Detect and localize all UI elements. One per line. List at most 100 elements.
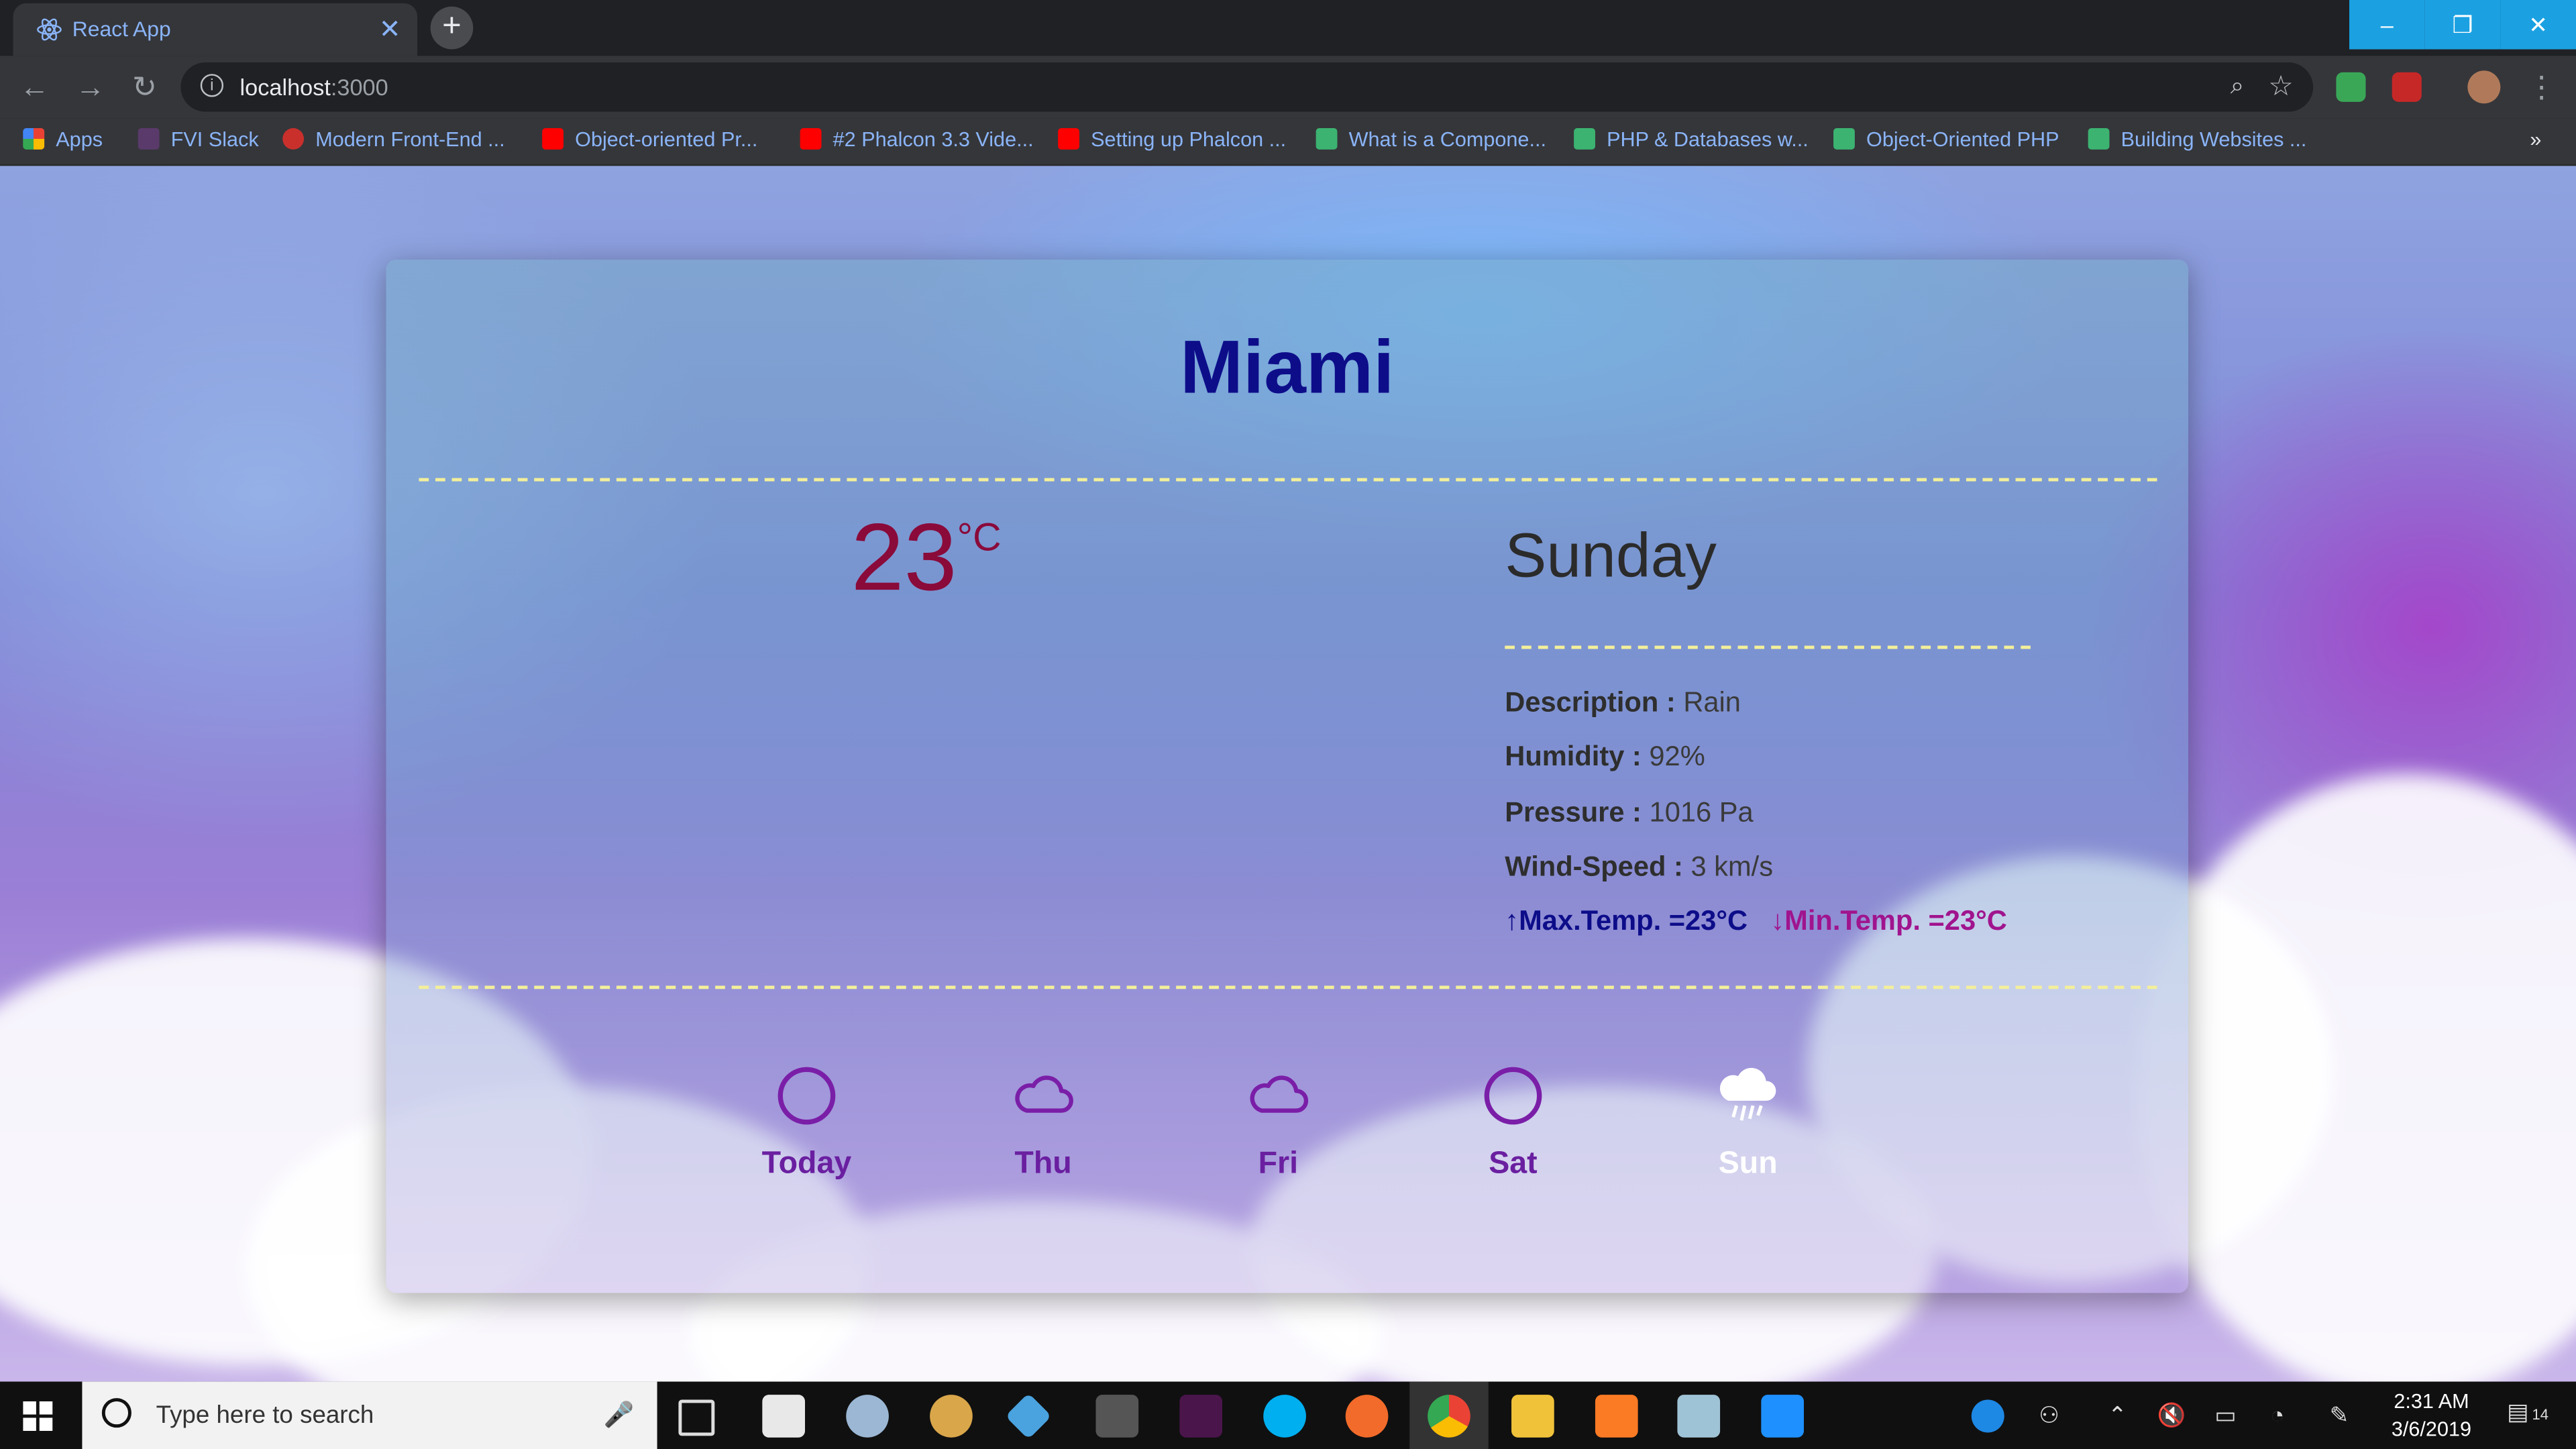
app-icon[interactable] [1005, 1393, 1052, 1440]
slack-icon[interactable] [1179, 1395, 1223, 1438]
youtube-icon [1058, 128, 1079, 150]
divider [419, 985, 2157, 989]
back-icon[interactable]: ← [16, 69, 52, 105]
microphone-icon[interactable]: 🎤 [604, 1400, 635, 1430]
restore-button[interactable]: ❐ [2424, 0, 2501, 50]
tab-bar: React App ✕ + – ❐ ✕ [0, 0, 2576, 56]
bookmark-modern-front-end[interactable]: Modern Front-End ... [282, 128, 505, 151]
description-row: Description : Rain [1505, 686, 1741, 718]
tab-title: React App [72, 16, 171, 42]
bookmark-setting-up-phalcon[interactable]: Setting up Phalcon ... [1058, 128, 1286, 151]
wifi-icon[interactable]: ◔ [2270, 1401, 2284, 1428]
pen-icon[interactable]: ✎ [2330, 1401, 2349, 1430]
file-explorer-icon[interactable] [1511, 1395, 1554, 1438]
date: 3/6/2019 [2391, 1417, 2472, 1441]
divider [1505, 645, 2031, 649]
site-icon [2088, 128, 2110, 150]
bookmark-star-icon[interactable]: ☆ [2268, 70, 2293, 103]
max-temperature: ↑Max.Temp. =23°C [1505, 905, 1748, 936]
rain-cloud-icon [1719, 1067, 1776, 1121]
vscode-icon[interactable] [1761, 1395, 1804, 1438]
apps-grid-icon [23, 128, 45, 150]
cortana-icon [101, 1398, 131, 1428]
tab-react-app[interactable]: React App ✕ [13, 3, 418, 56]
forecast-label: Sat [1489, 1146, 1538, 1181]
notifications-icon[interactable]: ▤ 14 [2507, 1398, 2548, 1426]
wind-speed-row: Wind-Speed : 3 km/s [1505, 851, 1774, 883]
app-icon[interactable] [1677, 1395, 1721, 1438]
store-icon[interactable] [762, 1395, 806, 1438]
people-icon[interactable]: ⚇ [2039, 1401, 2059, 1430]
avatar[interactable] [2467, 70, 2501, 104]
site-icon [1316, 128, 1338, 150]
menu-icon[interactable]: ⋮ [2524, 69, 2560, 105]
site-icon [282, 128, 305, 150]
chrome-icon[interactable] [1428, 1395, 1470, 1438]
browser-toolbar: ← → ↻ i localhost:3000 ⌕ ☆ ⋮ [0, 56, 2576, 119]
slack-icon [138, 128, 160, 150]
tab-close-icon[interactable]: ✕ [379, 13, 401, 46]
battery-icon[interactable]: ▭ [2214, 1401, 2236, 1430]
page-background: Miami 23°C Sunday Description : Rain Hum… [0, 166, 2576, 1382]
bookmark-object-oriented-php[interactable]: Object-Oriented PHP [1833, 128, 2059, 151]
forecast-sun[interactable]: Sun [1674, 1065, 1822, 1183]
reload-icon[interactable]: ↻ [127, 69, 163, 105]
address-bar[interactable]: i localhost:3000 ⌕ ☆ [180, 62, 2314, 112]
site-icon [1574, 128, 1595, 150]
forecast-thu[interactable]: Thu [969, 1065, 1117, 1183]
bookmark-phalcon-video[interactable]: #2 Phalcon 3.3 Vide... [800, 128, 1034, 151]
url-text[interactable]: localhost:3000 [240, 74, 388, 100]
humidity-row: Humidity : 92% [1505, 741, 1705, 773]
time: 2:31 AM [2394, 1389, 2469, 1413]
search-placeholder: Type here to search [156, 1401, 374, 1430]
clock[interactable]: 2:31 AM 3/6/2019 [2385, 1388, 2477, 1444]
react-icon [37, 18, 62, 41]
bookmark-object-oriented-pr[interactable]: Object-oriented Pr... [542, 128, 757, 151]
day-name: Sunday [1505, 522, 1717, 592]
notification-count: 14 [2532, 1406, 2548, 1423]
forecast-sat[interactable]: Sat [1439, 1065, 1587, 1183]
min-max-temperature: ↑Max.Temp. =23°C ↓Min.Temp. =23°C [1505, 905, 2007, 938]
youtube-icon [800, 128, 822, 150]
bookmark-building-websites[interactable]: Building Websites ... [2088, 128, 2306, 151]
forecast-label: Today [761, 1146, 852, 1181]
taskbar-search[interactable]: Type here to search 🎤 [82, 1381, 657, 1449]
windows-start-icon[interactable] [23, 1401, 53, 1432]
zoom-icon[interactable]: ⌕ [2231, 72, 2245, 101]
mute-icon[interactable]: 🔇 [2157, 1401, 2186, 1430]
weather-card: Miami 23°C Sunday Description : Rain Hum… [386, 259, 2189, 1293]
forecast-today[interactable]: Today [733, 1065, 880, 1183]
youtube-icon [542, 128, 564, 150]
postman-icon[interactable] [1345, 1395, 1389, 1438]
forward-icon[interactable]: → [72, 69, 109, 105]
extension-icon[interactable] [2392, 72, 2422, 102]
task-view-icon[interactable] [678, 1399, 715, 1436]
extension-icon[interactable] [2336, 72, 2366, 102]
bookmark-what-is-a-component[interactable]: What is a Compone... [1316, 128, 1546, 151]
close-window-button[interactable]: ✕ [2500, 0, 2576, 50]
forecast-label: Fri [1258, 1146, 1299, 1181]
min-temperature: ↓Min.Temp. =23°C [1770, 905, 2007, 936]
bookmarks-overflow-icon[interactable]: » [2530, 128, 2541, 151]
chevron-up-icon[interactable]: ⌃ [2108, 1401, 2127, 1430]
pressure-row: Pressure : 1016 Pa [1505, 796, 1754, 828]
minimize-button[interactable]: – [2349, 0, 2425, 50]
new-tab-button[interactable]: + [430, 6, 474, 50]
skype-icon[interactable] [1263, 1395, 1306, 1438]
help-icon[interactable] [1971, 1399, 2004, 1433]
current-temperature: 23°C [851, 504, 1002, 612]
forecast-fri[interactable]: Fri [1204, 1065, 1352, 1183]
circle-icon [777, 1067, 836, 1125]
calculator-icon[interactable] [1095, 1395, 1139, 1438]
bookmark-php-databases[interactable]: PHP & Databases w... [1574, 128, 1809, 151]
divider [419, 478, 2157, 482]
bookmark-fvi-slack[interactable]: FVI Slack [138, 128, 259, 151]
forecast-label: Sun [1718, 1146, 1778, 1181]
xampp-icon[interactable] [1595, 1395, 1638, 1438]
app-icon[interactable] [846, 1395, 889, 1438]
cloud-icon [1015, 1075, 1073, 1113]
bookmark-apps[interactable]: Apps [23, 128, 103, 151]
info-icon[interactable]: i [200, 74, 224, 97]
paint-icon[interactable] [930, 1395, 973, 1438]
cloud-icon [1250, 1075, 1309, 1113]
